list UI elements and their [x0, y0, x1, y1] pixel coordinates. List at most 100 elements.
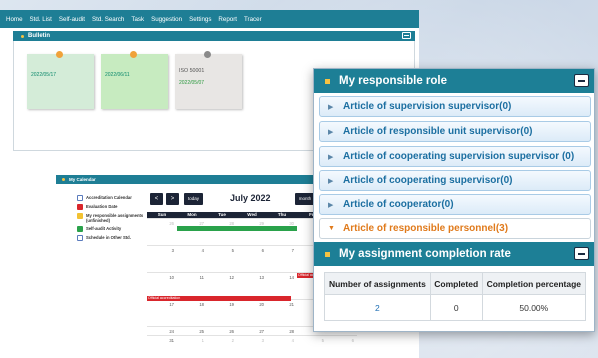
- day-cell[interactable]: 30: [267, 219, 297, 245]
- day-cell[interactable]: 29: [237, 219, 267, 245]
- chevron-down-icon: ▼: [328, 225, 335, 232]
- note-date: 2022/05/17: [31, 72, 57, 78]
- legend-label: My responsible assignments (unfinished): [86, 213, 144, 223]
- nav-task[interactable]: Task: [131, 16, 144, 23]
- legend-label: Evaluation Date: [86, 204, 118, 209]
- checkbox[interactable]: [77, 235, 83, 241]
- day-cell[interactable]: 5: [207, 246, 237, 272]
- calendar-legend: Accreditation Calendar Evaluation Date M…: [77, 195, 149, 244]
- day-cell[interactable]: 20: [237, 300, 267, 326]
- legend-label: Self-audit Activity: [86, 226, 122, 231]
- legend-item[interactable]: Accreditation Calendar: [77, 195, 149, 201]
- bullet-icon: [325, 78, 330, 84]
- pin-icon: [56, 51, 63, 58]
- chevron-right-icon: ▶: [328, 201, 334, 209]
- bulletin-header: Bulletin: [13, 31, 415, 41]
- day-cell[interactable]: 17: [147, 300, 177, 326]
- assignment-header: My assignment completion rate: [314, 242, 594, 266]
- accordion-label: Article of responsible unit supervisor(0…: [343, 126, 533, 137]
- bullet-icon: [21, 34, 24, 38]
- table-cell: 0: [429, 294, 483, 321]
- legend-item[interactable]: Self-audit Activity: [77, 226, 149, 232]
- calendar-title: My Calendar: [69, 177, 96, 182]
- top-nav: Home Std. List Self-audit Std. Search Ta…: [0, 10, 419, 28]
- note-title: ISO 50001: [179, 68, 205, 74]
- note-date: 2022/06/11: [105, 72, 130, 78]
- table-row: 2 0 50.00%: [324, 294, 587, 321]
- checkbox[interactable]: [77, 195, 83, 201]
- prev-month-button[interactable]: <: [150, 193, 163, 205]
- day-cell[interactable]: 4: [267, 336, 297, 353]
- column-header: Completed: [429, 272, 483, 295]
- table-header-row: Number of assignments Completed Completi…: [324, 272, 587, 295]
- day-cell[interactable]: 31: [147, 336, 177, 353]
- accordion-item[interactable]: ▶ Article of cooperator(0): [319, 194, 591, 215]
- assignments-count-link[interactable]: 2: [375, 303, 380, 313]
- week-row: 31 1 2 3 4 5 6: [147, 335, 357, 353]
- day-cell[interactable]: 6: [237, 246, 267, 272]
- day-cell[interactable]: 27: [177, 219, 207, 245]
- column-header: Number of assignments: [324, 272, 431, 295]
- sticky-note[interactable]: ISO 50001 2022/05/07: [175, 51, 242, 109]
- table-cell: 2: [324, 294, 431, 321]
- month-title: July 2022: [230, 193, 271, 203]
- legend-item[interactable]: My responsible assignments (unfinished): [77, 213, 149, 223]
- note-date: 2022/05/07: [179, 80, 205, 86]
- nav-self-audit[interactable]: Self-audit: [59, 16, 85, 23]
- bulletin-title: Bulletin: [28, 33, 50, 39]
- evaluation-event[interactable]: Official accreditation: [147, 296, 291, 301]
- checkbox[interactable]: [77, 213, 83, 219]
- legend-label: Schedule in Other Std.: [86, 235, 131, 240]
- day-cell[interactable]: 5: [297, 336, 327, 353]
- accordion-item[interactable]: ▶ Article of supervision supervisor(0): [319, 96, 591, 117]
- accordion-label: Article of cooperating supervisor(0): [343, 175, 513, 186]
- day-cell[interactable]: 18: [177, 300, 207, 326]
- accordion-item[interactable]: ▶ Article of responsible unit supervisor…: [319, 121, 591, 142]
- day-cell[interactable]: 3: [147, 246, 177, 272]
- day-cell[interactable]: 2: [207, 336, 237, 353]
- month-view-button[interactable]: month: [295, 193, 315, 205]
- nav-std-list[interactable]: Std. List: [30, 16, 52, 23]
- day-cell[interactable]: 21: [267, 300, 297, 326]
- day-cell[interactable]: 1: [177, 336, 207, 353]
- table-cell: 50.00%: [481, 294, 587, 321]
- nav-home[interactable]: Home: [6, 16, 23, 23]
- role-title: My responsible role: [339, 75, 448, 87]
- next-month-button[interactable]: >: [166, 193, 179, 205]
- role-popup: My responsible role ▶ Article of supervi…: [313, 68, 595, 332]
- legend-item[interactable]: Evaluation Date: [77, 204, 149, 210]
- chevron-right-icon: ▶: [328, 103, 334, 111]
- accordion-label: Article of cooperator(0): [343, 199, 454, 210]
- sticky-note[interactable]: 2022/05/17: [27, 51, 94, 109]
- legend-item[interactable]: Schedule in Other Std.: [77, 235, 149, 241]
- chevron-right-icon: ▶: [328, 153, 334, 161]
- day-cell[interactable]: 3: [237, 336, 267, 353]
- accordion-label: Article of responsible personnel(3): [343, 223, 509, 234]
- chevron-right-icon: ▶: [328, 128, 334, 136]
- nav-settings[interactable]: Settings: [189, 16, 211, 23]
- sticky-note[interactable]: 2022/06/11: [101, 51, 168, 109]
- today-button[interactable]: today: [184, 193, 203, 205]
- pin-icon: [204, 51, 211, 58]
- accordion-item[interactable]: ▶ Article of cooperating supervisor(0): [319, 170, 591, 191]
- role-minimize-button[interactable]: [574, 74, 589, 87]
- assignment-title: My assignment completion rate: [339, 248, 511, 260]
- self-audit-event[interactable]: [177, 226, 297, 231]
- checkbox[interactable]: [77, 226, 83, 232]
- day-cell[interactable]: 28: [207, 219, 237, 245]
- day-cell[interactable]: 4: [177, 246, 207, 272]
- accordion-item-active[interactable]: ▼ Article of responsible personnel(3): [319, 218, 591, 239]
- assignment-minimize-button[interactable]: [574, 247, 589, 260]
- role-header: My responsible role: [314, 69, 594, 93]
- nav-tracer[interactable]: Tracer: [244, 16, 262, 23]
- checkbox[interactable]: [77, 204, 83, 210]
- day-cell[interactable]: 26: [147, 219, 177, 245]
- nav-std-search[interactable]: Std. Search: [92, 16, 124, 23]
- bulletin-minimize-button[interactable]: [402, 32, 411, 39]
- nav-suggestion[interactable]: Suggestion: [151, 16, 182, 23]
- nav-report[interactable]: Report: [218, 16, 237, 23]
- day-cell[interactable]: 7: [267, 246, 297, 272]
- day-cell[interactable]: 6: [327, 336, 357, 353]
- day-cell[interactable]: 19: [207, 300, 237, 326]
- accordion-item[interactable]: ▶ Article of cooperating supervision sup…: [319, 146, 591, 167]
